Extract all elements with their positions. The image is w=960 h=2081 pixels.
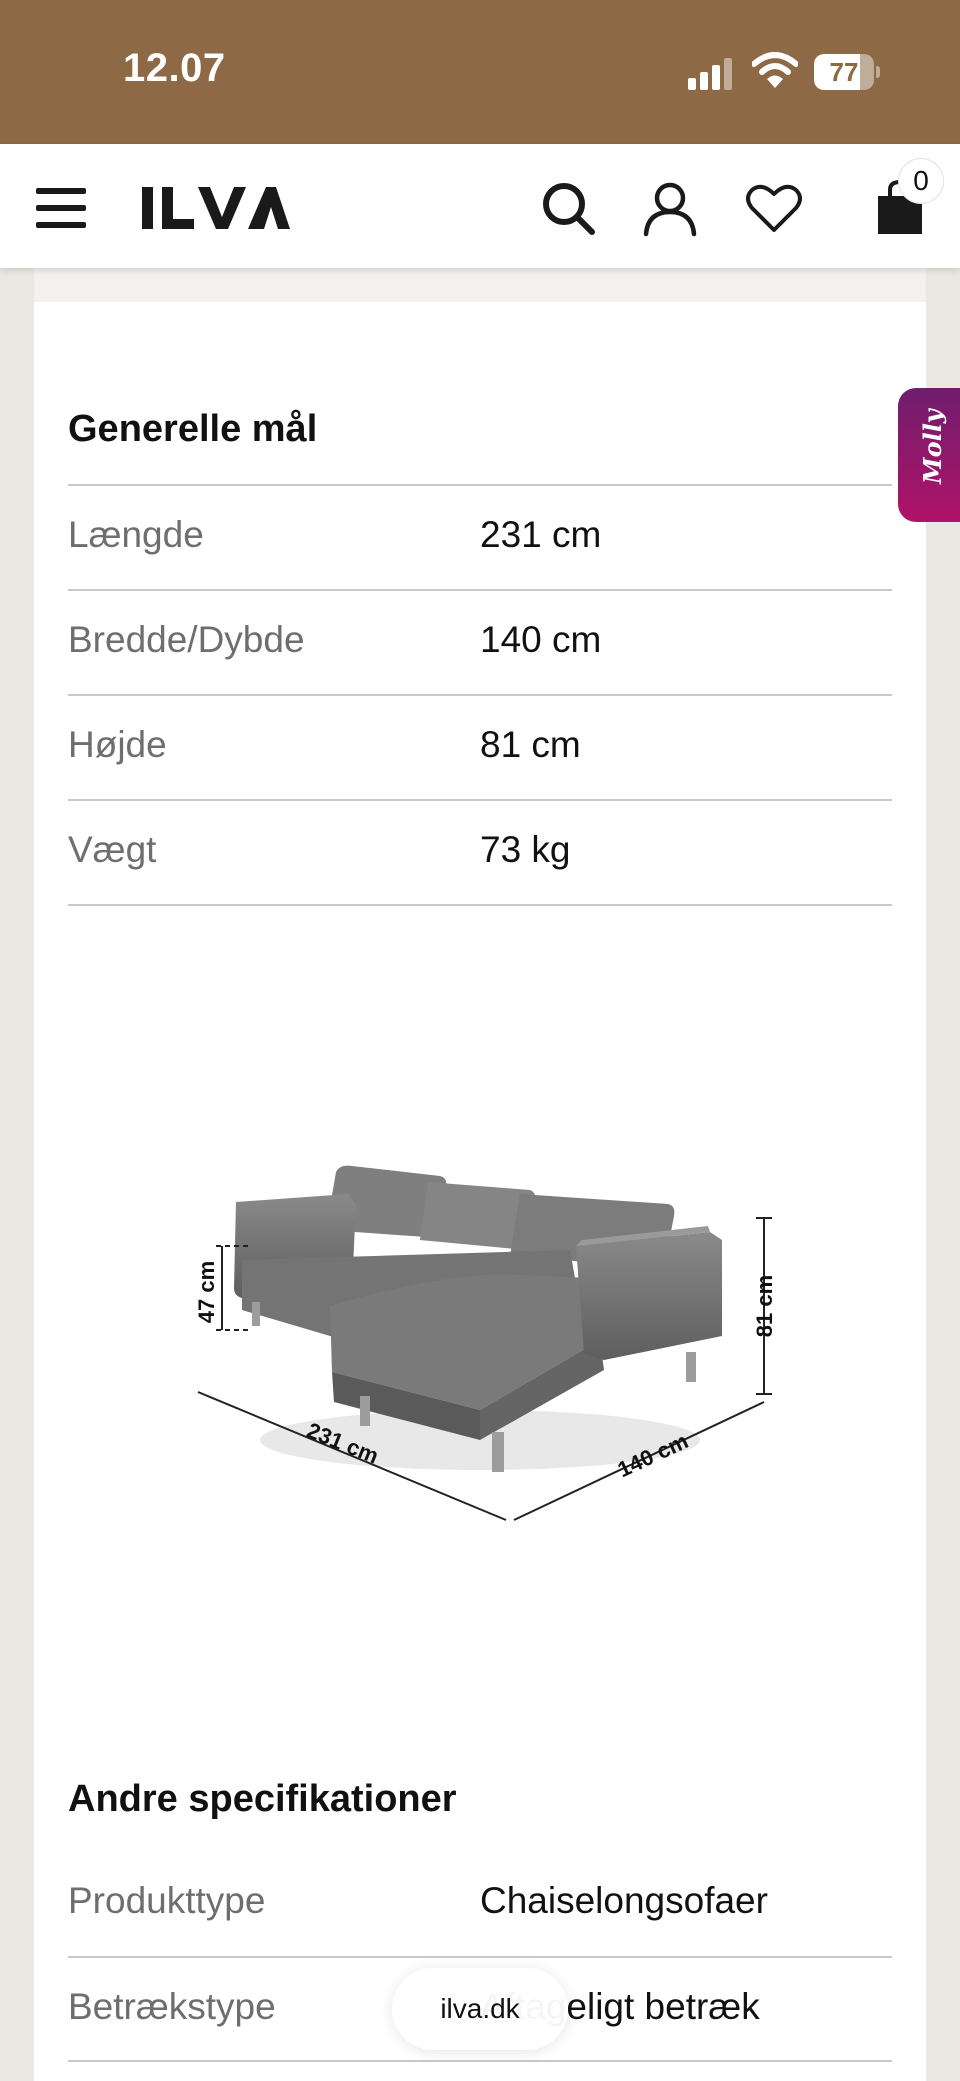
spec-row: Vægt 73 kg bbox=[68, 799, 892, 904]
cellular-signal-icon bbox=[688, 58, 734, 90]
cart-count-badge[interactable]: 0 bbox=[898, 158, 944, 204]
spec-value: Chaiselongsofaer bbox=[480, 1880, 768, 1921]
seat-height-label: 47 cm bbox=[194, 1261, 219, 1323]
account-icon[interactable] bbox=[640, 178, 700, 238]
spec-table-bottom-rule bbox=[68, 904, 892, 906]
card-top-strip bbox=[34, 268, 926, 302]
wifi-icon bbox=[752, 52, 798, 88]
spec-value: 231 cm bbox=[480, 514, 602, 555]
search-icon[interactable] bbox=[538, 178, 598, 238]
status-time: 12.07 bbox=[123, 46, 226, 90]
spec-row: Længde 231 cm bbox=[68, 484, 892, 589]
browser-url-bar[interactable]: ilva.dk bbox=[392, 1968, 568, 2050]
spec-label: Produkttype bbox=[68, 1880, 266, 1921]
spec-label: Bredde/Dybde bbox=[68, 619, 305, 660]
sofa-dimension-diagram: 47 cm 81 cm 231 cm 140 cm bbox=[194, 1165, 777, 1521]
height-label: 81 cm bbox=[752, 1275, 777, 1337]
site-header bbox=[0, 144, 960, 268]
spec-row: Produkttype Chaiselongsofaer bbox=[68, 1852, 892, 1957]
other-specs-title: Andre specifikationer bbox=[68, 1778, 457, 1820]
spec-row: Højde 81 cm bbox=[68, 694, 892, 799]
spec-value: 140 cm bbox=[480, 619, 602, 660]
general-dimensions-title: Generelle mål bbox=[68, 408, 318, 450]
battery-icon: 77 bbox=[814, 54, 874, 90]
spec-row: Bredde/Dybde 140 cm bbox=[68, 589, 892, 694]
spec-label: Længde bbox=[68, 514, 204, 555]
spec-value: 81 cm bbox=[480, 724, 581, 765]
spec-label: Betrækstype bbox=[68, 1986, 276, 2027]
spec-value: 73 kg bbox=[480, 829, 571, 870]
battery-percentage: 77 bbox=[829, 57, 859, 87]
spec-label: Højde bbox=[68, 724, 167, 765]
wishlist-heart-icon[interactable] bbox=[744, 178, 804, 238]
hamburger-menu-icon[interactable] bbox=[36, 188, 86, 228]
spec-table-rule bbox=[68, 2060, 892, 2062]
ilva-logo[interactable] bbox=[142, 185, 290, 231]
molly-label[interactable]: Molly bbox=[918, 409, 948, 484]
battery-cap bbox=[876, 66, 880, 78]
spec-label: Vægt bbox=[68, 829, 157, 870]
